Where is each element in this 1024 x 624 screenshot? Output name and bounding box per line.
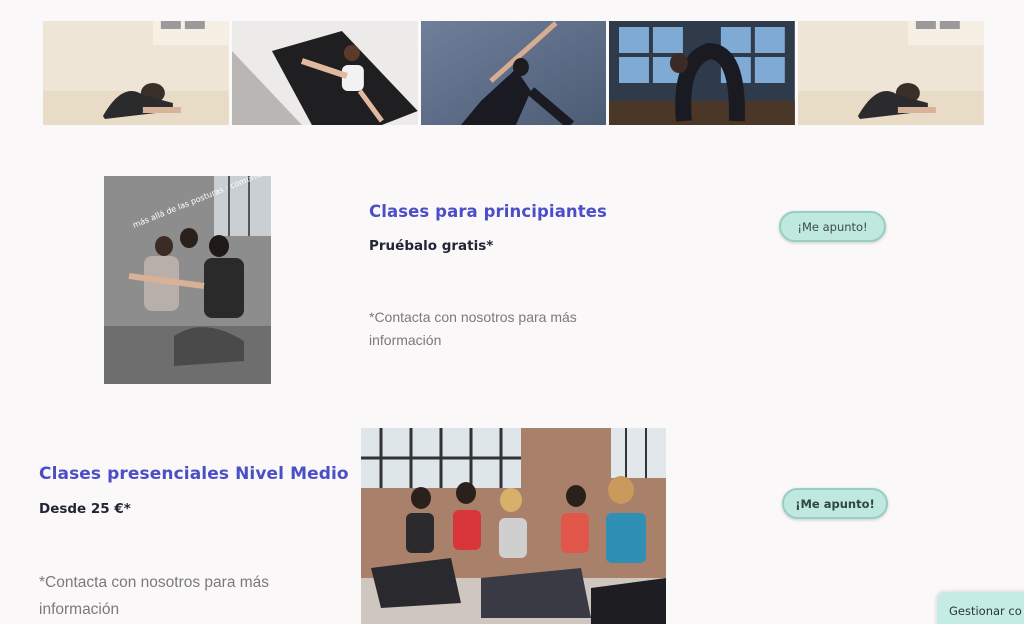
gallery-image-mat-stretch[interactable] — [231, 21, 418, 125]
manage-cookies-tab[interactable]: Gestionar co — [937, 592, 1024, 624]
gallery-image-lunge[interactable] — [420, 21, 607, 125]
beginners-signup-button[interactable]: ¡Me apunto! — [779, 211, 886, 242]
intermediate-title: Clases presenciales Nivel Medio — [39, 464, 349, 484]
intermediate-subtitle: Desde 25 €* — [39, 501, 131, 517]
gallery-image-forward-fold[interactable] — [43, 21, 229, 125]
gallery-image-backbend[interactable] — [609, 21, 796, 125]
image-gallery — [43, 21, 984, 125]
beginners-group-photo: más allá de las posturas · comunidad — [104, 176, 271, 384]
beginners-note: *Contacta con nosotros para más informac… — [369, 309, 577, 348]
intermediate-note: *Contacta con nosotros para más informac… — [39, 574, 270, 618]
gallery-image-forward-fold-repeat[interactable] — [798, 21, 984, 125]
intermediate-signup-button[interactable]: ¡Me apunto! — [782, 488, 888, 519]
intermediate-group-photo — [361, 428, 666, 624]
beginners-subtitle: Pruébalo gratis* — [369, 238, 494, 254]
beginners-title: Clases para principiantes — [369, 202, 607, 221]
